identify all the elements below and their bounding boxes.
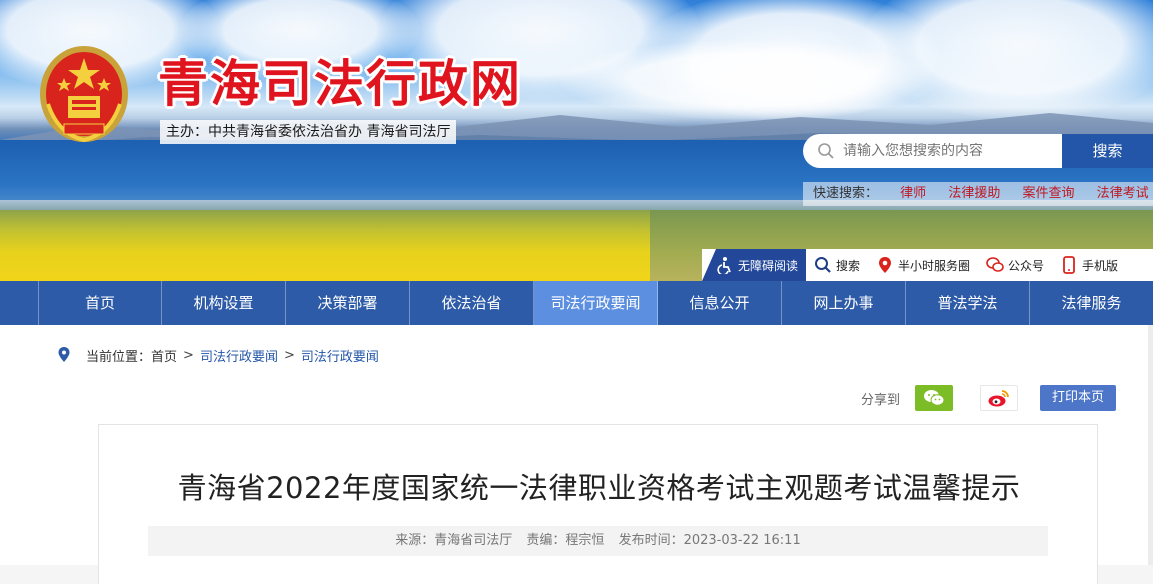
quick-link-lawyer[interactable]: 律师 bbox=[900, 186, 926, 201]
main-nav: 首页 机构设置 决策部署 依法治省 司法行政要闻 信息公开 网上办事 普法学法 … bbox=[0, 281, 1153, 325]
utility-toolbar: 无障碍阅读 搜索 半小时服务圈 公众号 手机版 bbox=[702, 249, 1153, 281]
search-box[interactable] bbox=[803, 134, 1062, 168]
search-input[interactable] bbox=[843, 143, 1043, 159]
share-weibo-button[interactable] bbox=[980, 385, 1019, 411]
quick-link-case-query[interactable]: 案件查询 bbox=[1022, 186, 1074, 201]
toolbar-accessibility[interactable]: 无障碍阅读 bbox=[702, 249, 806, 281]
nav-item-home[interactable]: 首页 bbox=[38, 281, 162, 325]
page-edge bbox=[1148, 325, 1153, 565]
toolbar-mobile-label: 手机版 bbox=[1082, 258, 1119, 273]
sponsor-text: 主办：中共青海省委依法治省办 青海省司法厅 bbox=[160, 120, 457, 144]
article-meta: 来源：青海省司法厅 责编：程宗恒 发布时间：2023-03-22 16:11 bbox=[148, 526, 1048, 556]
breadcrumb-level1[interactable]: 司法行政要闻 bbox=[200, 346, 278, 365]
location-pin-icon bbox=[879, 257, 892, 273]
breadcrumb: 当前位置： 首页 > 司法行政要闻 > 司法行政要闻 bbox=[56, 343, 379, 367]
nav-item-online-services[interactable]: 网上办事 bbox=[782, 281, 906, 325]
quick-search-bar: 快速搜索： 律师 法律援助 案件查询 法律考试 bbox=[803, 182, 1153, 206]
search-icon bbox=[818, 143, 834, 159]
wechat-icon bbox=[924, 390, 945, 406]
court-emblem-logo bbox=[38, 44, 130, 144]
toolbar-accessibility-label: 无障碍阅读 bbox=[737, 258, 798, 273]
article-title: 青海省2022年度国家统一法律职业资格考试主观题考试温馨提示 bbox=[177, 471, 1021, 505]
article-publish-time: 发布时间：2023-03-22 16:11 bbox=[618, 533, 801, 548]
search-icon bbox=[815, 257, 831, 273]
accessibility-icon bbox=[717, 257, 731, 274]
breadcrumb-level2[interactable]: 司法行政要闻 bbox=[301, 346, 379, 365]
toolbar-service-circle[interactable]: 半小时服务圈 bbox=[868, 249, 978, 281]
toolbar-official-account[interactable]: 公众号 bbox=[978, 249, 1052, 281]
nav-item-info-disclosure[interactable]: 信息公开 bbox=[658, 281, 782, 325]
nav-item-rule-of-law[interactable]: 依法治省 bbox=[410, 281, 534, 325]
nav-item-judicial-news[interactable]: 司法行政要闻 bbox=[534, 281, 658, 325]
weibo-icon bbox=[988, 390, 1009, 407]
article-panel: 青海省2022年度国家统一法律职业资格考试主观题考试温馨提示 来源：青海省司法厅… bbox=[98, 424, 1098, 584]
search-button[interactable]: 搜索 bbox=[1062, 134, 1153, 168]
content-area: 当前位置： 首页 > 司法行政要闻 > 司法行政要闻 分享到 打印本页 青海省2… bbox=[0, 325, 1153, 584]
article-source: 来源：青海省司法厅 bbox=[395, 533, 513, 548]
site-title[interactable]: 青海司法行政网 bbox=[158, 44, 522, 116]
mobile-icon bbox=[1063, 256, 1075, 274]
share-label: 分享到 bbox=[861, 392, 901, 408]
toolbar-mobile[interactable]: 手机版 bbox=[1052, 249, 1126, 281]
share-bar: 分享到 打印本页 bbox=[861, 385, 1117, 411]
wechat-icon bbox=[986, 257, 1004, 272]
breadcrumb-label: 当前位置： bbox=[86, 349, 152, 365]
share-wechat-button[interactable] bbox=[915, 385, 954, 411]
quick-link-legal-aid[interactable]: 法律援助 bbox=[948, 186, 1000, 201]
breadcrumb-home[interactable]: 首页 bbox=[151, 346, 177, 365]
print-page-button[interactable]: 打印本页 bbox=[1040, 385, 1117, 411]
nav-item-decisions[interactable]: 决策部署 bbox=[286, 281, 410, 325]
toolbar-official-account-label: 公众号 bbox=[1008, 258, 1045, 273]
header-banner: 青海司法行政网 主办：中共青海省委依法治省办 青海省司法厅 搜索 快速搜索： 律… bbox=[0, 0, 1153, 281]
breadcrumb-separator: > bbox=[183, 347, 194, 363]
nav-item-legal-services[interactable]: 法律服务 bbox=[1030, 281, 1153, 325]
quick-search-label: 快速搜索： bbox=[813, 186, 879, 201]
toolbar-search-label: 搜索 bbox=[836, 258, 861, 273]
toolbar-search[interactable]: 搜索 bbox=[806, 249, 868, 281]
article-editor: 责编：程宗恒 bbox=[526, 533, 605, 548]
location-pin-icon bbox=[58, 347, 70, 362]
nav-item-legal-education[interactable]: 普法学法 bbox=[906, 281, 1030, 325]
quick-link-law-exam[interactable]: 法律考试 bbox=[1097, 186, 1149, 201]
breadcrumb-separator: > bbox=[283, 347, 295, 363]
nav-item-organization[interactable]: 机构设置 bbox=[162, 281, 286, 325]
toolbar-service-circle-label: 半小时服务圈 bbox=[898, 258, 971, 273]
